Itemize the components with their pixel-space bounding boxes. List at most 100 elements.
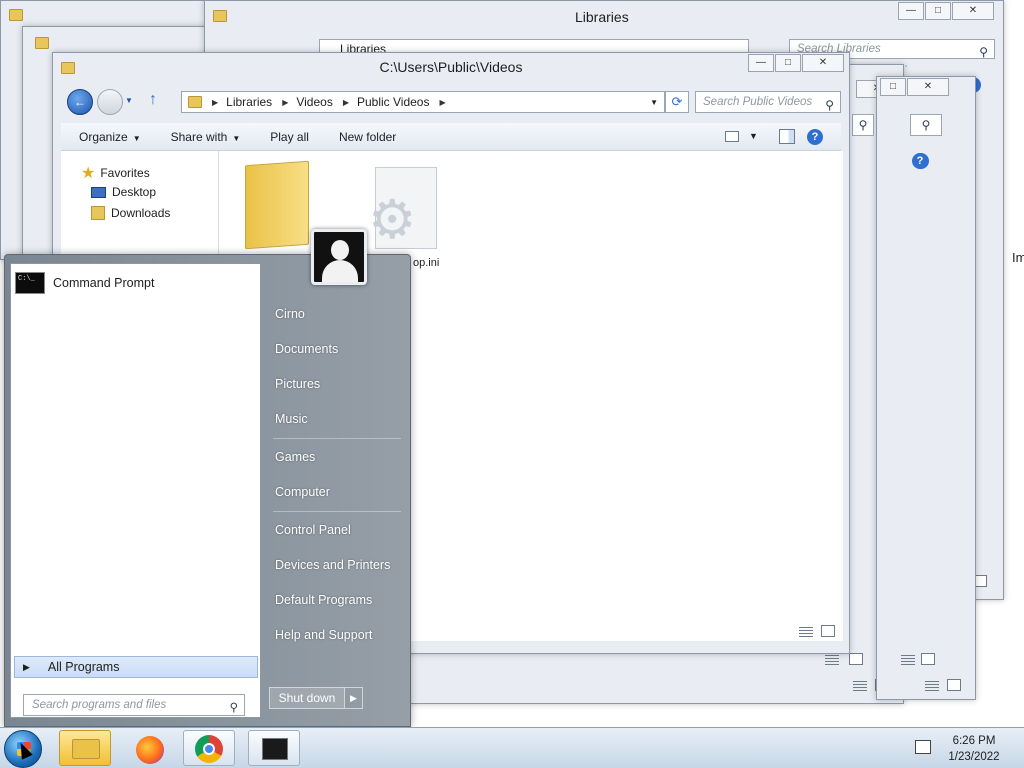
user-avatar[interactable] [311, 229, 367, 285]
share-with-button[interactable]: Share with ▼ [171, 130, 241, 144]
close-button[interactable]: ✕ [907, 78, 949, 96]
address-segment-videos[interactable]: Videos [296, 95, 332, 109]
preview-view-icon[interactable] [947, 679, 961, 691]
firefox-icon [136, 736, 164, 764]
background-window-4[interactable]: □ ✕ ? [876, 76, 976, 700]
link-pictures[interactable]: Pictures [275, 377, 320, 391]
command-prompt-icon: C:\_ [15, 272, 45, 294]
nav-item-favorites[interactable]: ★ Favorites [81, 163, 150, 183]
program-label: Command Prompt [53, 276, 155, 290]
command-bar: Organize ▼ Share with ▼ Play all New folde… [61, 123, 841, 151]
folder-icon [9, 9, 23, 21]
downloads-folder-icon [91, 206, 105, 220]
chrome-icon [195, 735, 223, 763]
minimize-button[interactable]: — [898, 2, 924, 20]
link-computer[interactable]: Computer [275, 485, 330, 499]
search-icon: ⚲ [825, 98, 834, 112]
details-view-icon[interactable] [799, 627, 813, 637]
desktop-ini-label[interactable]: op.ini [413, 257, 439, 269]
link-user-folder[interactable]: Cirno [275, 307, 305, 321]
maximize-button[interactable]: □ [925, 2, 951, 20]
help-icon[interactable]: ? [807, 129, 823, 145]
system-clock[interactable]: 6:26 PM 1/23/2022 [936, 733, 1012, 765]
search-icon[interactable]: ⚲ [852, 114, 874, 136]
windows-explorer-icon [72, 739, 100, 759]
arrow-right-icon: ▶ [23, 661, 30, 672]
search-icon: ⚲ [979, 45, 988, 59]
refresh-button[interactable]: ⟳ [665, 91, 689, 113]
view-options-dropdown[interactable]: ▼ [749, 131, 758, 141]
taskbar-windows-explorer[interactable] [59, 730, 111, 766]
details-view-icon[interactable] [853, 681, 867, 691]
change-view-icon[interactable] [725, 131, 739, 142]
new-folder-button[interactable]: New folder [339, 130, 396, 144]
address-dropdown-arrow[interactable]: ▼ [650, 98, 658, 107]
folder-icon [35, 37, 49, 49]
maximize-button[interactable]: □ [880, 78, 906, 96]
shutdown-options-button[interactable]: ▶ [345, 687, 363, 709]
link-games[interactable]: Games [275, 450, 315, 464]
nav-item-downloads[interactable]: Downloads [91, 206, 170, 220]
help-icon[interactable]: ? [912, 153, 928, 169]
back-button[interactable]: ← [67, 89, 93, 115]
details-view-icon[interactable] [925, 681, 939, 691]
link-default-programs[interactable]: Default Programs [275, 593, 372, 607]
link-help-and-support[interactable]: Help and Support [275, 628, 372, 642]
details-view-icon[interactable] [825, 655, 839, 665]
program-command-prompt[interactable]: C:\_ Command Prompt [15, 272, 154, 294]
search-programs-input[interactable]: Search programs and files ⚲ [23, 694, 245, 716]
window-title: C:\Users\Public\Videos [379, 59, 523, 75]
start-menu: C:\_ Command Prompt ▶ All Programs Searc… [4, 229, 411, 727]
start-menu-links-pane: Cirno Documents Pictures Music Games Com… [263, 229, 411, 727]
details-view-icon[interactable] [901, 655, 915, 665]
address-bar[interactable]: ▶ Libraries ▶ Videos ▶ Public Videos ▶ ▼ [181, 91, 665, 113]
all-programs-button[interactable]: ▶ All Programs [14, 656, 258, 678]
gear-icon: ⚙ [368, 190, 417, 250]
taskbar [0, 727, 1024, 768]
maximize-button[interactable]: □ [775, 54, 801, 72]
desktop-ini-file-icon[interactable]: ⚙ [368, 167, 437, 250]
preview-pane-icon[interactable] [779, 129, 795, 144]
shutdown-button[interactable]: Shut down [269, 687, 345, 709]
close-button[interactable]: ✕ [952, 2, 994, 20]
link-devices-and-printers[interactable]: Devices and Printers [275, 558, 390, 572]
app-icon [262, 738, 288, 760]
taskbar-app[interactable] [248, 730, 300, 766]
address-segment-public-videos[interactable]: Public Videos [357, 95, 430, 109]
shutdown-group: Shut down ▶ [269, 687, 363, 709]
folder-icon [188, 96, 202, 108]
minimize-button[interactable]: — [748, 54, 774, 72]
close-button[interactable]: ✕ [802, 54, 844, 72]
address-segment-libraries[interactable]: Libraries [226, 95, 272, 109]
organize-button[interactable]: Organize ▼ [79, 130, 141, 144]
forward-button[interactable] [97, 89, 123, 115]
preview-view-icon[interactable] [921, 653, 935, 665]
taskbar-chrome[interactable] [183, 730, 235, 766]
nav-item-desktop[interactable]: Desktop [91, 185, 156, 199]
sample-videos-folder-icon[interactable] [245, 160, 309, 250]
preview-view-icon[interactable] [849, 653, 863, 665]
link-music[interactable]: Music [275, 412, 308, 426]
window-controls: □ ✕ [879, 78, 949, 96]
recent-pages-dropdown[interactable]: ▼ [125, 96, 133, 105]
search-input[interactable]: Search Public Videos ⚲ [695, 91, 841, 113]
star-icon: ★ [81, 165, 96, 182]
libraries-window-title: Libraries [575, 9, 629, 25]
network-icon[interactable] [915, 740, 931, 754]
taskbar-firefox[interactable] [123, 730, 175, 766]
window-controls: — □ ✕ [747, 54, 844, 72]
window-controls: — □ ✕ [897, 2, 994, 20]
preview-view-icon[interactable] [821, 625, 835, 637]
separator [273, 438, 401, 439]
clock-time: 6:26 PM [952, 735, 996, 747]
partial-window-edge-text: Im [1012, 250, 1024, 265]
folder-icon [213, 10, 227, 22]
link-documents[interactable]: Documents [275, 342, 338, 356]
search-icon: ⚲ [229, 702, 238, 714]
up-arrow-icon[interactable]: ↑ [149, 91, 157, 109]
clock-date: 1/23/2022 [948, 751, 1000, 763]
play-all-button[interactable]: Play all [270, 130, 309, 144]
link-control-panel[interactable]: Control Panel [275, 523, 351, 537]
search-icon[interactable]: ⚲ [910, 114, 942, 136]
separator [273, 511, 401, 512]
